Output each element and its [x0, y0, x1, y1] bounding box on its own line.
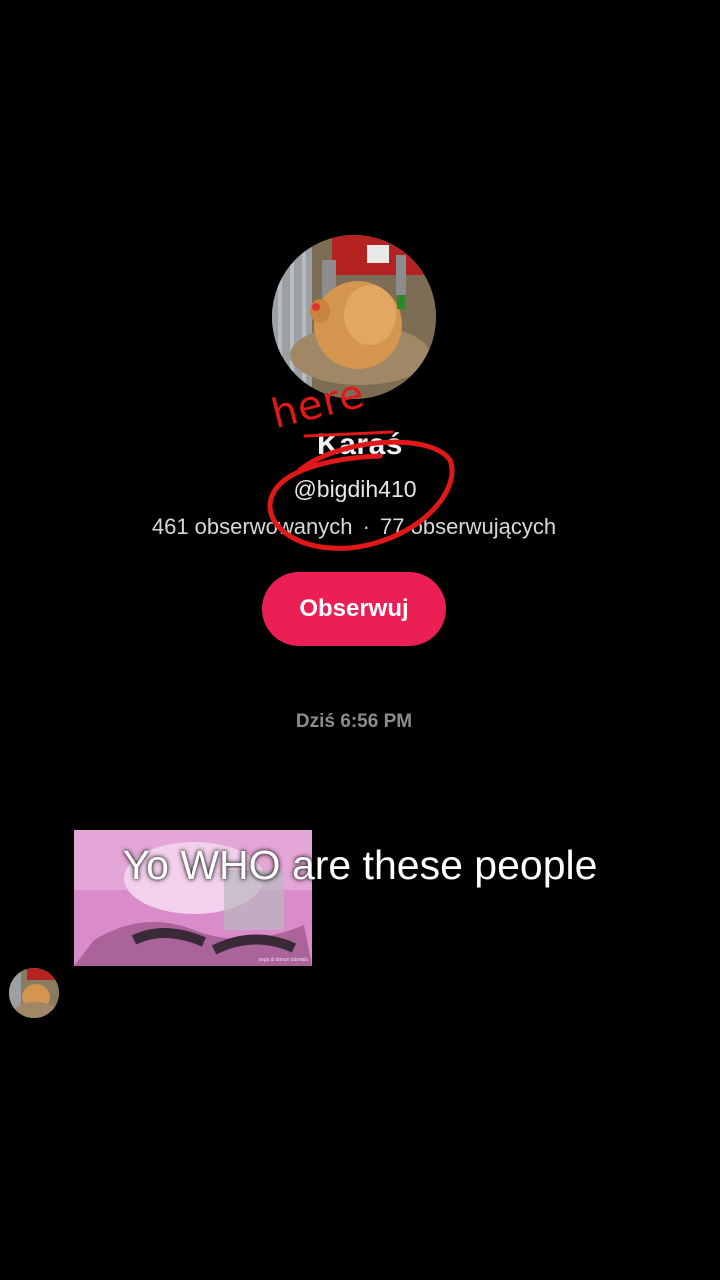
- message-timestamp: Dziś 6:56 PM: [295, 711, 413, 732]
- following-count[interactable]: 461 obserwowanych: [152, 514, 353, 539]
- followers-count[interactable]: 77 obserwujących: [380, 514, 556, 539]
- profile-display-name: Karaś: [317, 428, 403, 461]
- video-thumbnail-caption: yoga & dance tutorials: [258, 957, 308, 963]
- profile-username: @bigdih410: [293, 476, 417, 502]
- overlay-caption: Yo WHO are these people: [122, 842, 598, 888]
- profile-stats: 461 obserwowanych · 77 obserwujących: [0, 514, 708, 540]
- chicken-photo-icon: [9, 968, 59, 1018]
- sender-avatar[interactable]: [9, 968, 59, 1018]
- follow-button[interactable]: Obserwuj: [262, 572, 446, 646]
- stats-separator: ·: [362, 514, 370, 539]
